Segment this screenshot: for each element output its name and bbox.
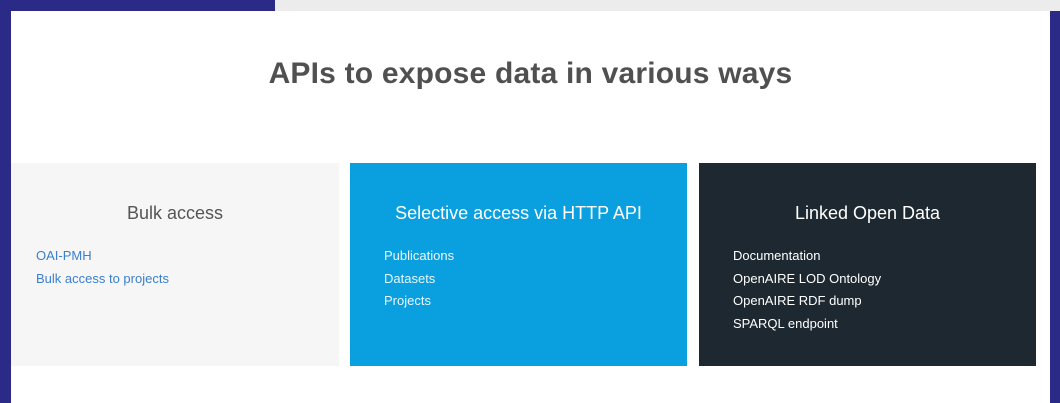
- linked-open-data-links: Documentation OpenAIRE LOD Ontology Open…: [733, 245, 881, 335]
- link-datasets[interactable]: Datasets: [384, 268, 454, 291]
- link-rdf-dump[interactable]: OpenAIRE RDF dump: [733, 290, 881, 313]
- http-api-title: Selective access via HTTP API: [395, 203, 642, 223]
- link-documentation[interactable]: Documentation: [733, 245, 881, 268]
- link-bulk-access-projects[interactable]: Bulk access to projects: [36, 268, 169, 291]
- link-sparql-endpoint[interactable]: SPARQL endpoint: [733, 313, 881, 336]
- page-content: APIs to expose data in various ways Bulk…: [11, 11, 1050, 403]
- bulk-access-title: Bulk access: [126, 203, 224, 223]
- link-publications[interactable]: Publications: [384, 245, 454, 268]
- bulk-access-links: OAI-PMH Bulk access to projects: [36, 245, 169, 290]
- browser-top-strip: [275, 0, 1060, 11]
- bulk-access-panel: Bulk access OAI-PMH Bulk access to proje…: [11, 163, 339, 366]
- link-projects[interactable]: Projects: [384, 290, 454, 313]
- http-api-panel: Selective access via HTTP API Publicatio…: [350, 163, 687, 366]
- page-title: APIs to expose data in various ways: [268, 57, 793, 90]
- frame-top-left: [0, 0, 275, 11]
- link-oai-pmh[interactable]: OAI-PMH: [36, 245, 169, 268]
- link-lod-ontology[interactable]: OpenAIRE LOD Ontology: [733, 268, 881, 291]
- http-api-links: Publications Datasets Projects: [384, 245, 454, 313]
- linked-open-data-panel: Linked Open Data Documentation OpenAIRE …: [699, 163, 1036, 366]
- linked-open-data-title: Linked Open Data: [794, 203, 941, 223]
